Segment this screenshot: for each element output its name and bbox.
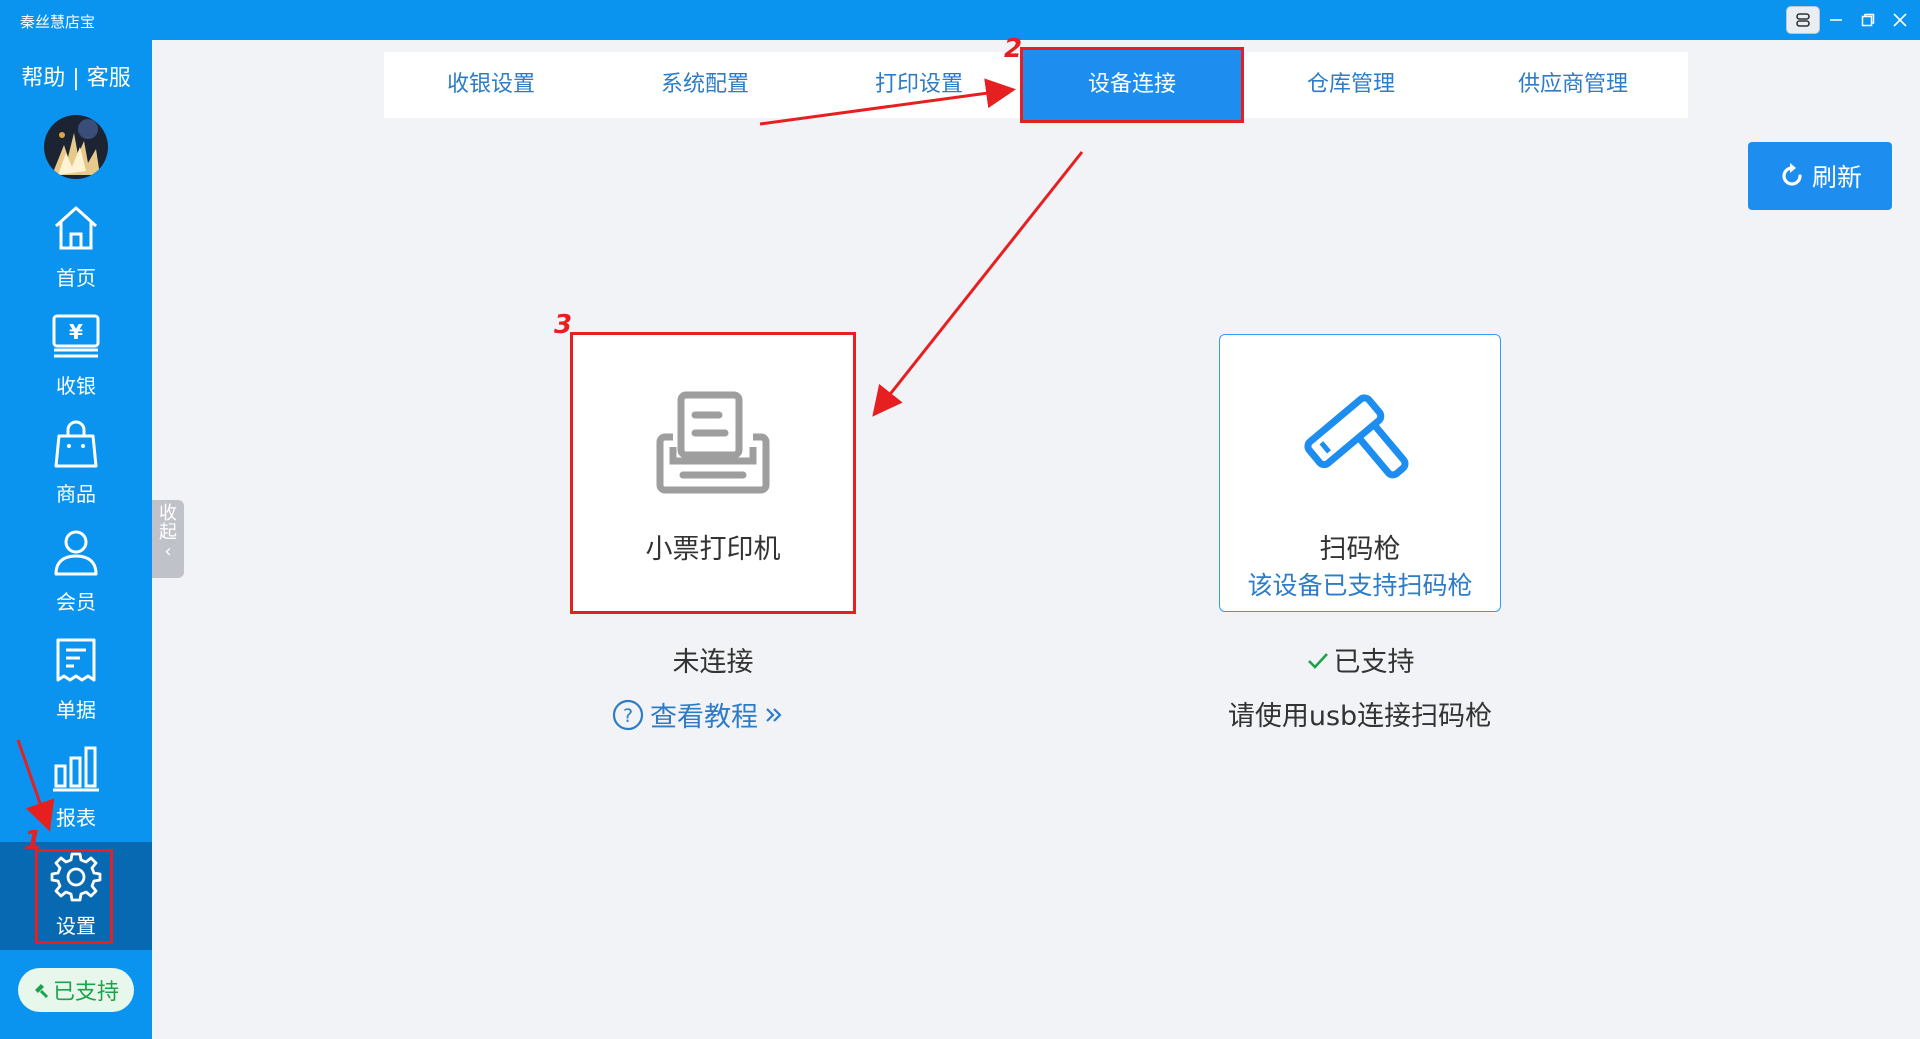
refresh-button[interactable]: 刷新 bbox=[1748, 142, 1892, 210]
barcode-scanner-icon bbox=[1304, 394, 1409, 479]
receipt-icon bbox=[56, 638, 96, 682]
question-circle-icon: ? bbox=[612, 699, 644, 730]
annotation-number: 1 bbox=[24, 826, 43, 856]
double-chevron-right-icon bbox=[766, 707, 782, 722]
scanner-subtitle: 该设备已支持扫码枪 bbox=[1247, 571, 1473, 600]
printer-status: 未连接 bbox=[672, 647, 754, 678]
support-pill-label: 已支持 bbox=[52, 980, 119, 1005]
sidebar-item-cashier[interactable]: ¥ 收银 bbox=[0, 302, 152, 410]
annotation-number: 3 bbox=[554, 310, 573, 340]
printer-title: 小票打印机 bbox=[645, 534, 781, 565]
toggle-mode-icon[interactable] bbox=[1786, 6, 1820, 34]
bar-chart-icon bbox=[53, 746, 99, 792]
title-bar: 秦丝慧店宝 bbox=[0, 0, 1920, 40]
support-status-pill[interactable]: 已支持 bbox=[18, 968, 134, 1012]
avatar[interactable] bbox=[44, 115, 108, 179]
tab-print-settings[interactable]: 打印设置 bbox=[812, 52, 1026, 118]
sidebar-item-member[interactable]: 会员 bbox=[0, 518, 152, 626]
sidebar-item-label: 报表 bbox=[56, 806, 96, 830]
sidebar-item-label: 首页 bbox=[56, 266, 96, 290]
close-icon[interactable] bbox=[1886, 6, 1914, 34]
annotation-arrow bbox=[872, 151, 1084, 417]
sidebar-item-label: 商品 bbox=[56, 482, 96, 506]
svg-text:?: ? bbox=[623, 705, 633, 727]
chevron-left-icon: ‹ bbox=[164, 541, 172, 562]
help-service-row: 帮助 | 客服 bbox=[0, 60, 152, 92]
sidebar-item-label: 会员 bbox=[56, 590, 96, 614]
annotation-arrows bbox=[16, 78, 1084, 832]
check-icon bbox=[1307, 652, 1328, 669]
minimize-icon[interactable] bbox=[1822, 6, 1850, 34]
customer-service-link[interactable]: 客服 bbox=[87, 66, 131, 91]
tab-supplier-management[interactable]: 供应商管理 bbox=[1458, 52, 1688, 118]
scanner-status-row: 已支持 bbox=[1219, 640, 1501, 679]
annotation-highlight-box bbox=[35, 849, 113, 944]
receipt-printer-card[interactable]: 小票打印机 bbox=[570, 332, 856, 614]
cashier-icon: ¥ bbox=[52, 314, 100, 358]
scanner-title: 扫码枪 bbox=[1319, 534, 1401, 565]
collapse-sidebar-button[interactable]: 收 起 ‹ bbox=[152, 500, 184, 578]
shopping-bag-icon bbox=[54, 420, 98, 468]
help-separator: | bbox=[72, 66, 80, 91]
barcode-scanner-card[interactable]: 扫码枪 该设备已支持扫码枪 bbox=[1219, 334, 1501, 612]
settings-tab-bar: 收银设置 系统配置 打印设置 设备连接 仓库管理 供应商管理 bbox=[384, 47, 1688, 123]
app-title: 秦丝慧店宝 bbox=[20, 13, 96, 31]
sidebar-item-reports[interactable]: 报表 bbox=[0, 734, 152, 842]
sidebar-item-settings[interactable]: 设置 bbox=[0, 842, 152, 950]
sidebar-item-label: 单据 bbox=[56, 698, 96, 722]
tab-warehouse-management[interactable]: 仓库管理 bbox=[1244, 52, 1458, 118]
collapse-label-char: 起 bbox=[159, 522, 177, 543]
sidebar: 帮助 | 客服 首页 ¥ 收银 商品 会员 单据 报表 设置 已支持 bbox=[0, 40, 152, 1039]
collapse-label-char: 收 bbox=[159, 503, 177, 524]
user-icon bbox=[54, 530, 98, 576]
tab-cashier-settings[interactable]: 收银设置 bbox=[384, 52, 598, 118]
printer-icon bbox=[656, 391, 770, 494]
tab-system-config[interactable]: 系统配置 bbox=[598, 52, 812, 118]
scanner-small-icon bbox=[34, 984, 49, 999]
sidebar-item-documents[interactable]: 单据 bbox=[0, 626, 152, 734]
scanner-usb-hint: 请使用usb连接扫码枪 bbox=[1227, 701, 1493, 732]
restore-icon[interactable] bbox=[1854, 6, 1882, 34]
sidebar-item-home[interactable]: 首页 bbox=[0, 194, 152, 302]
help-link[interactable]: 帮助 bbox=[21, 66, 65, 91]
home-icon bbox=[54, 206, 98, 250]
annotation-number: 2 bbox=[1004, 34, 1023, 64]
refresh-icon bbox=[1782, 163, 1802, 186]
sidebar-item-label: 收银 bbox=[56, 374, 96, 398]
view-tutorial-link[interactable]: ? 查看教程 bbox=[612, 695, 812, 734]
tutorial-label: 查看教程 bbox=[650, 702, 758, 733]
sidebar-item-goods[interactable]: 商品 bbox=[0, 410, 152, 518]
refresh-label: 刷新 bbox=[1811, 163, 1862, 192]
tab-device-connection[interactable]: 设备连接 bbox=[1020, 47, 1244, 123]
svg-text:¥: ¥ bbox=[69, 320, 83, 344]
scanner-status: 已支持 bbox=[1333, 647, 1415, 678]
